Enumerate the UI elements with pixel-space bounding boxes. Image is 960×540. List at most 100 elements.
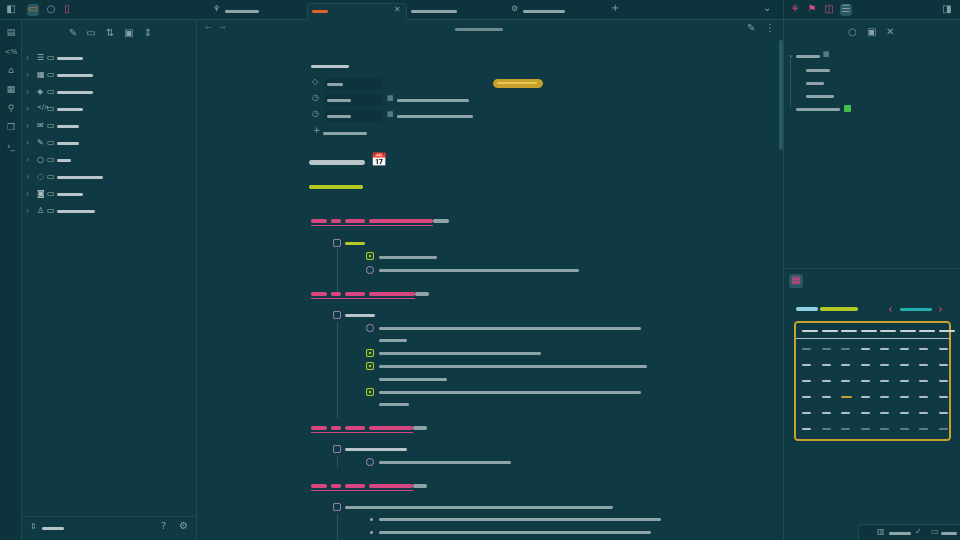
task-checkbox[interactable]: [366, 324, 374, 332]
chevron-updown-icon[interactable]: ⇕: [30, 523, 37, 531]
tab-active[interactable]: ✕: [307, 3, 407, 20]
calendar-day[interactable]: [802, 364, 811, 366]
calendar-day[interactable]: [880, 348, 889, 350]
help-icon[interactable]: ?: [161, 522, 166, 532]
breadcrumb[interactable]: [455, 28, 503, 31]
forward-icon[interactable]: →: [219, 24, 226, 32]
task-checkbox[interactable]: [366, 266, 374, 274]
check-icon[interactable]: ✓: [915, 528, 922, 536]
calendar-day[interactable]: [938, 364, 948, 366]
calendar-day[interactable]: [860, 428, 870, 430]
outline-item[interactable]: [806, 69, 830, 72]
calendar-day[interactable]: [938, 380, 948, 382]
calendar-day[interactable]: [821, 380, 831, 382]
tab[interactable]: [409, 3, 503, 20]
calendar-day[interactable]: [821, 412, 831, 414]
calendar-day[interactable]: [938, 396, 948, 398]
calendar-day[interactable]: [880, 412, 889, 414]
task-checkbox[interactable]: [333, 503, 341, 511]
tab[interactable]: ♆: [211, 3, 305, 20]
backlink-icon[interactable]: ◫: [823, 4, 835, 16]
calendar-day[interactable]: [841, 348, 850, 350]
add-icon[interactable]: +: [313, 127, 321, 136]
calendar-icon[interactable]: ▦: [5, 84, 17, 96]
calendar-day[interactable]: [899, 348, 909, 350]
bookmark-icon[interactable]: ▯: [61, 4, 73, 16]
tree-folder[interactable]: › ◙ ▭: [22, 186, 197, 203]
calendar-day[interactable]: [919, 428, 928, 430]
calendar-day[interactable]: [802, 348, 811, 350]
tree-folder[interactable]: › ✎ ▭: [22, 135, 197, 152]
calendar-day[interactable]: [919, 364, 928, 366]
settings-icon[interactable]: ⚙: [179, 522, 188, 532]
sidebar-toggle-icon[interactable]: ◧: [5, 4, 17, 16]
folder-icon[interactable]: ▭: [27, 4, 39, 16]
calendar-day[interactable]: [802, 412, 811, 414]
task-checkbox-done[interactable]: [366, 388, 374, 396]
calendar-day[interactable]: [841, 364, 850, 366]
outline-item[interactable]: [796, 108, 840, 111]
panel-icon[interactable]: ▣: [867, 28, 876, 38]
calendar-day[interactable]: [919, 396, 928, 398]
calendar-day[interactable]: [899, 412, 909, 414]
vault-switcher[interactable]: ⇕ ? ⚙: [22, 516, 197, 540]
calendar-day[interactable]: [899, 428, 909, 430]
calendar-day[interactable]: [919, 348, 928, 350]
outline-item[interactable]: [806, 95, 834, 98]
calendar-day[interactable]: [821, 348, 831, 350]
more-icon[interactable]: ⋮: [765, 24, 775, 34]
file-icon[interactable]: ▤: [5, 27, 17, 39]
task-checkbox[interactable]: [333, 239, 341, 247]
task-checkbox[interactable]: [333, 311, 341, 319]
tree-folder[interactable]: › ◈ ▭: [22, 84, 197, 101]
terminal-icon[interactable]: ›_: [5, 141, 17, 153]
outline-item[interactable]: [796, 55, 820, 58]
tree-folder[interactable]: › ○ ▭: [22, 152, 197, 169]
calendar-grid[interactable]: [794, 321, 955, 441]
search-icon[interactable]: ○: [45, 4, 57, 16]
calendar-day[interactable]: [899, 380, 909, 382]
code-icon[interactable]: <%: [5, 46, 18, 58]
calendar-day[interactable]: [802, 380, 811, 382]
calendar-day[interactable]: [899, 396, 909, 398]
back-icon[interactable]: ←: [205, 24, 212, 32]
window-icon[interactable]: ▭: [931, 528, 939, 536]
calendar-day[interactable]: [821, 396, 831, 398]
sidebar-right-icon[interactable]: ◨: [941, 4, 953, 16]
edit-icon[interactable]: ✎: [747, 24, 755, 34]
collapse-icon[interactable]: ✕: [886, 28, 894, 38]
calendar-day[interactable]: [880, 380, 889, 382]
calendar-day[interactable]: [860, 412, 870, 414]
calendar-day[interactable]: [841, 396, 852, 398]
task-checkbox-done[interactable]: [366, 252, 374, 260]
tab-menu-icon[interactable]: ⌄: [763, 4, 771, 14]
calendar-day[interactable]: [938, 428, 948, 430]
tab[interactable]: ⚙: [509, 3, 603, 20]
home-icon[interactable]: ⌂: [5, 65, 17, 77]
task-checkbox[interactable]: [333, 445, 341, 453]
tree-folder[interactable]: › ♙ ▭: [22, 203, 197, 220]
search-icon[interactable]: ○: [848, 28, 857, 38]
tree-folder[interactable]: › ✉ ▭: [22, 118, 197, 135]
chevron-left-icon[interactable]: ‹: [888, 303, 893, 315]
chevron-right-icon[interactable]: ›: [938, 303, 943, 315]
task-checkbox[interactable]: [366, 458, 374, 466]
date-value[interactable]: [397, 115, 473, 118]
close-icon[interactable]: ✕: [394, 6, 401, 14]
calendar-day[interactable]: [880, 364, 889, 366]
calendar-day[interactable]: [841, 428, 850, 430]
calendar-day[interactable]: [821, 364, 831, 366]
add-property-button[interactable]: [323, 132, 367, 135]
tree-folder[interactable]: › ☰ ▭: [22, 50, 197, 67]
calendar-day[interactable]: [880, 428, 889, 430]
calendar-icon[interactable]: ▦: [789, 274, 803, 288]
calendar-day[interactable]: [841, 412, 850, 414]
tree-folder[interactable]: › </> ▭: [22, 101, 197, 118]
calendar-day[interactable]: [802, 428, 811, 430]
graph-icon[interactable]: ⚲: [5, 103, 17, 115]
copy-icon[interactable]: ❐: [5, 122, 17, 134]
calendar-day[interactable]: [938, 412, 948, 414]
calendar-today-button[interactable]: [900, 308, 932, 311]
calendar-day[interactable]: [860, 396, 870, 398]
calendar-day[interactable]: [880, 396, 889, 398]
